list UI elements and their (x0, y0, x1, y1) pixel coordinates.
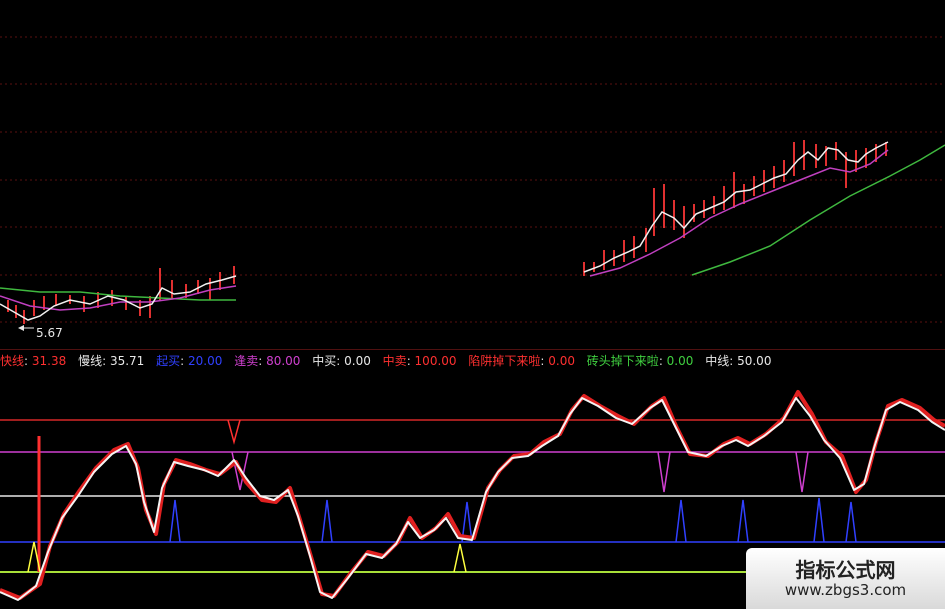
left-white-ma (0, 275, 237, 321)
legend-value: 0.00 (666, 354, 694, 368)
right-green-ma (691, 144, 945, 276)
indicator-legend: 快线: 31.38 慢线: 35.71 起买: 20.00 逢卖: 80.00 … (0, 352, 779, 370)
legend-item-sell: 逢卖: 80.00 (234, 354, 301, 368)
legend-value: 0.00 (548, 354, 575, 368)
price-chart-panel[interactable]: 5.67 (0, 0, 945, 350)
legend-value: 31.38 (31, 354, 67, 368)
low-price-label: 5.67 (36, 326, 63, 340)
bottom-signal-spikes (27, 541, 467, 573)
legend-item-slow-line: 慢线: 35.71 (78, 354, 145, 368)
legend-value: 35.71 (109, 354, 145, 368)
legend-item-mid-sell: 中卖: 100.00 (382, 354, 457, 368)
legend-value: 0.00 (344, 354, 371, 368)
legend-value: 20.00 (188, 354, 223, 368)
legend-label: 逢卖 (234, 354, 259, 368)
legend-label: 陷阱掉下来啦 (468, 354, 541, 368)
legend-label: 砖头掉下来啦 (586, 354, 659, 368)
legend-label: 慢线 (78, 354, 103, 368)
legend-label: 中买 (312, 354, 337, 368)
legend-item-brick: 砖头掉下来啦: 0.00 (586, 354, 694, 368)
price-chart-svg: 5.67 (0, 36, 945, 350)
watermark-title: 指标公式网 (795, 558, 896, 582)
legend-value: 50.00 (737, 354, 772, 368)
right-white-ma (583, 141, 889, 273)
legend-value: 80.00 (266, 354, 301, 368)
buy-signal-spikes (169, 497, 857, 543)
legend-label: 起买 (156, 354, 181, 368)
legend-label: 中卖 (382, 354, 407, 368)
right-candles (583, 140, 887, 276)
top-signal-spike (227, 419, 241, 445)
legend-label: 中线 (705, 354, 730, 368)
legend-value: 100.00 (414, 354, 457, 368)
legend-item-fast-line: 快线: 31.38 (0, 354, 67, 368)
legend-item-start-buy: 起买: 20.00 (156, 354, 223, 368)
site-watermark: 指标公式网 www.zbgs3.com (746, 548, 945, 609)
watermark-url: www.zbgs3.com (784, 581, 907, 599)
low-price-marker: 5.67 (18, 325, 63, 340)
legend-label: 快线 (0, 354, 25, 368)
legend-item-trap: 陷阱掉下来啦: 0.00 (468, 354, 575, 368)
legend-item-mid-buy: 中买: 0.00 (312, 354, 371, 368)
legend-item-mid-line: 中线: 50.00 (705, 354, 772, 368)
